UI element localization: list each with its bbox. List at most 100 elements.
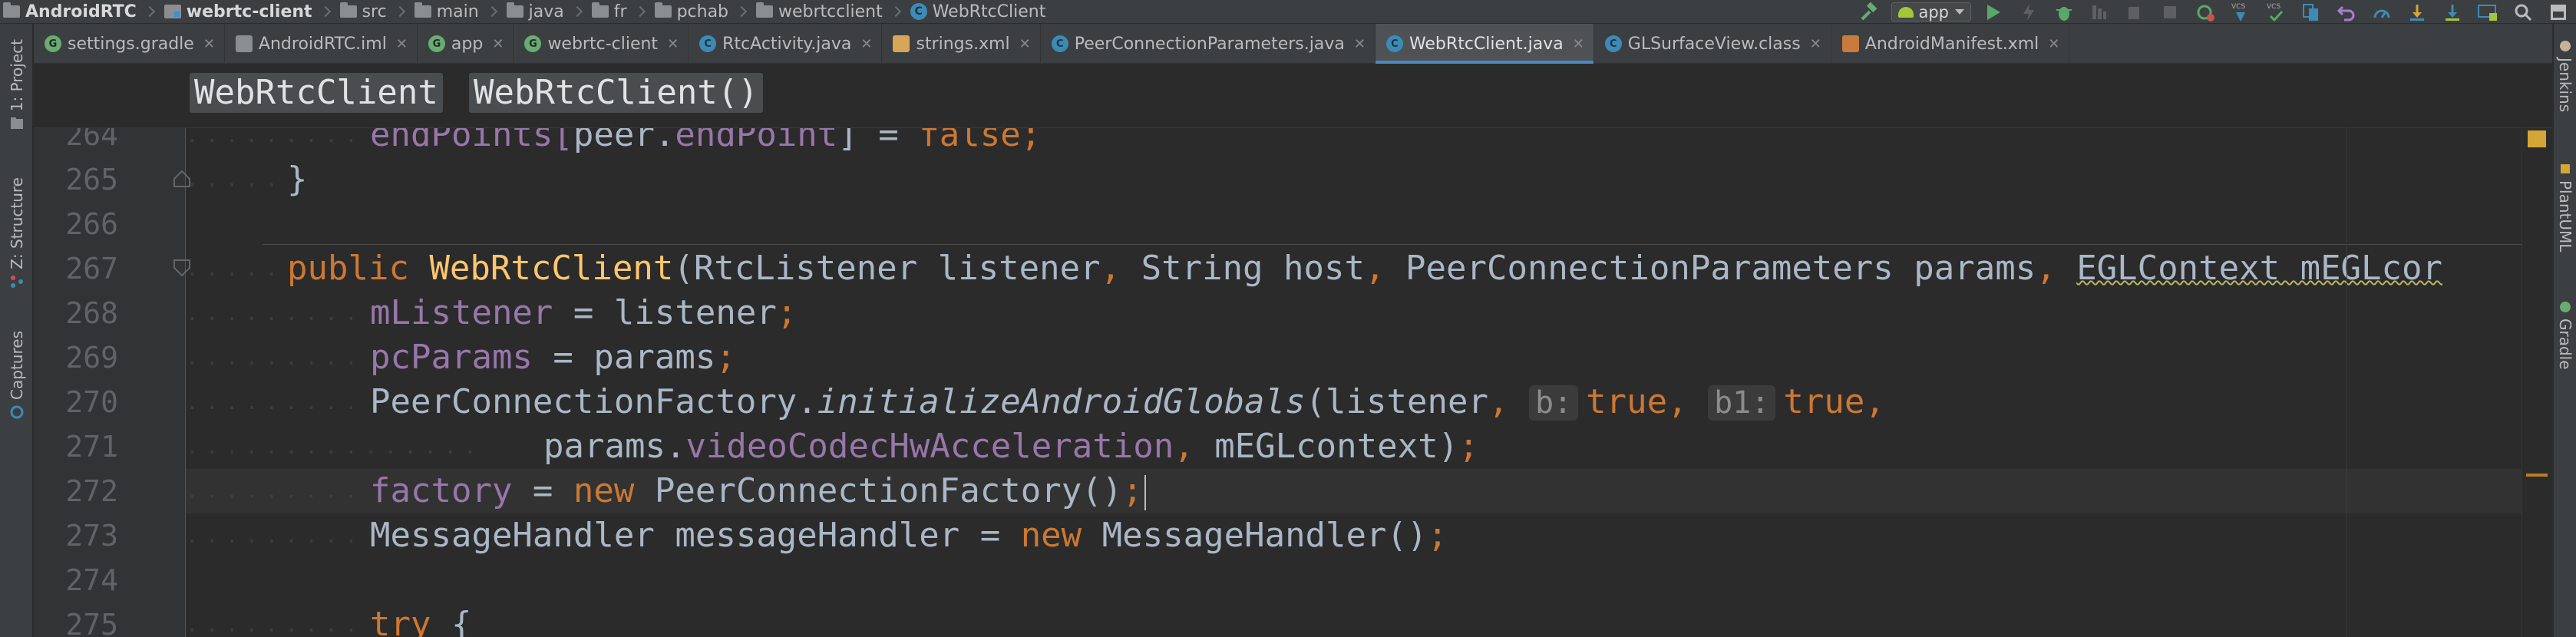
right-margin-guide [2346, 128, 2347, 637]
chevron-right-icon [634, 5, 646, 18]
code-token: , [1864, 382, 1885, 421]
inspection-status-icon[interactable] [2528, 130, 2546, 147]
close-icon[interactable]: ✕ [396, 36, 408, 52]
revert-button[interactable] [2329, 0, 2364, 24]
module-icon [163, 5, 181, 18]
tab-peerconnectionparameters-java[interactable]: C PeerConnectionParameters.java ✕ [1041, 24, 1376, 64]
code-line: ......... MessageHandler messageHandler … [186, 513, 2552, 558]
close-icon[interactable]: ✕ [203, 36, 215, 52]
device-file-explorer-button[interactable] [2470, 0, 2505, 24]
vcs-compare-button[interactable] [2294, 0, 2329, 24]
search-icon [2515, 4, 2532, 21]
crumb-module[interactable]: webrtc-client [163, 0, 312, 24]
code-token: ] = [837, 128, 920, 154]
tab-app[interactable]: G app ✕ [418, 24, 514, 64]
vcs-update-button[interactable]: VCS [2223, 0, 2258, 24]
close-icon[interactable]: ✕ [492, 36, 504, 52]
warning-marker[interactable] [2526, 474, 2548, 477]
plugin-button[interactable] [2541, 0, 2576, 24]
structure-tool-tab[interactable]: Z: Structure [0, 177, 33, 289]
folder-icon [414, 2, 431, 18]
code-token: factory [370, 471, 513, 510]
crumb-java[interactable]: java [506, 0, 564, 24]
profile-button[interactable] [2082, 0, 2117, 24]
captures-icon [10, 405, 23, 419]
code-token: new [1020, 516, 1102, 555]
close-icon[interactable]: ✕ [1354, 36, 1366, 52]
code-token: MessageHandler messageHandler = [370, 516, 1021, 555]
sdk-manager-button[interactable] [2435, 0, 2470, 24]
project-folder-icon [3, 2, 20, 18]
tab-glsurfaceview-class[interactable]: C GLSurfaceView.class ✕ [1594, 24, 1831, 64]
code-token: ; [1122, 471, 1143, 510]
chevron-right-icon [571, 5, 583, 18]
build-button[interactable] [1851, 0, 1887, 24]
code-line: ..... public WebRtcClient(RtcListener li… [186, 246, 2552, 291]
apply-changes-button[interactable] [2011, 0, 2046, 24]
tab-androidrtc-iml[interactable]: AndroidRTC.iml ✕ [225, 24, 418, 64]
attach-debugger-button[interactable] [2117, 0, 2152, 24]
run-button[interactable] [1976, 0, 2011, 24]
debug-button[interactable] [2046, 0, 2082, 24]
code-line-current: ......... factory = new PeerConnectionFa… [186, 469, 2552, 513]
captures-tool-tab[interactable]: Captures [0, 331, 33, 420]
close-icon[interactable]: ✕ [1019, 36, 1031, 52]
run-configuration-select[interactable]: app [1891, 2, 1971, 21]
tool-tab-label: PlantUML [2556, 180, 2574, 252]
crumb-main[interactable]: main [414, 0, 479, 24]
class-icon: C [699, 35, 717, 52]
sync-gradle-button[interactable] [2188, 0, 2223, 24]
tab-label: GLSurfaceView.class [1627, 34, 1801, 54]
main-toolbar: app VCS VCS [1851, 0, 2576, 24]
code-token: , [2036, 249, 2077, 288]
crumb-pchab[interactable]: pchab [654, 0, 728, 24]
folder-icon [756, 2, 774, 18]
crumb-class[interactable]: C WebRtcClient [910, 0, 1046, 24]
plantuml-tool-tab[interactable]: PlantUML [2554, 162, 2576, 252]
code-token: } [287, 160, 308, 199]
crumb-project[interactable]: AndroidRTC [3, 0, 137, 24]
indent-guide: ......... [186, 478, 365, 503]
line-number: 270 [65, 385, 118, 419]
code-token: mListener [370, 293, 553, 332]
code-editor[interactable]: 264 265 266 267 268 269 270 271 272 273 … [34, 128, 2552, 637]
gradle-icon: G [428, 35, 445, 52]
crumb-src[interactable]: src [339, 0, 387, 24]
tab-settings-gradle[interactable]: G settings.gradle ✕ [34, 24, 225, 64]
code-token: (RtcListener listener [673, 249, 1101, 288]
close-icon[interactable]: ✕ [2048, 36, 2059, 52]
crumb-webrtcclient[interactable]: webrtcclient [756, 0, 883, 24]
tab-strings-xml[interactable]: strings.xml ✕ [882, 24, 1041, 64]
close-icon[interactable]: ✕ [860, 36, 872, 52]
close-icon[interactable]: ✕ [667, 36, 679, 52]
tab-label: strings.xml [916, 34, 1010, 54]
code-token: = listener [553, 293, 777, 332]
code-token: PeerConnectionFactory. [370, 382, 817, 421]
stop-button[interactable] [2152, 0, 2188, 24]
code-area[interactable]: ......... endPoints[peer.endPoint] = fal… [186, 128, 2552, 637]
parameter-hint: b1: [1708, 385, 1776, 421]
profiler-button[interactable] [2364, 0, 2399, 24]
tool-tab-label: Gradle [2556, 318, 2574, 370]
download-button[interactable] [2399, 0, 2435, 24]
search-everywhere-button[interactable] [2505, 0, 2541, 24]
close-icon[interactable]: ✕ [1573, 36, 1584, 52]
project-tool-tab[interactable]: 1: Project [0, 39, 33, 131]
context-class[interactable]: WebRtcClient [190, 73, 443, 113]
stop-icon [2164, 5, 2176, 18]
crumb-label: WebRtcClient [932, 2, 1046, 21]
tab-rtcactivity-java[interactable]: C RtcActivity.java ✕ [689, 24, 883, 64]
gradle-tool-tab[interactable]: Gradle [2554, 300, 2576, 370]
context-method[interactable]: WebRtcClient() [469, 73, 763, 113]
tab-webrtcclient-java[interactable]: C WebRtcClient.java ✕ [1375, 24, 1594, 64]
error-stripe[interactable] [2522, 128, 2552, 637]
tool-tab-label: Z: Structure [7, 177, 26, 269]
chevron-right-icon [486, 5, 497, 18]
vcs-commit-button[interactable]: VCS [2258, 0, 2294, 24]
crumb-fr[interactable]: fr [591, 0, 627, 24]
tab-androidmanifest-xml[interactable]: AndroidManifest.xml ✕ [1831, 24, 2070, 64]
jenkins-tool-tab[interactable]: Jenkins [2554, 39, 2576, 112]
indent-guide: ..... [186, 167, 286, 192]
close-icon[interactable]: ✕ [1810, 36, 1821, 52]
tab-webrtc-client[interactable]: G webrtc-client ✕ [514, 24, 689, 64]
